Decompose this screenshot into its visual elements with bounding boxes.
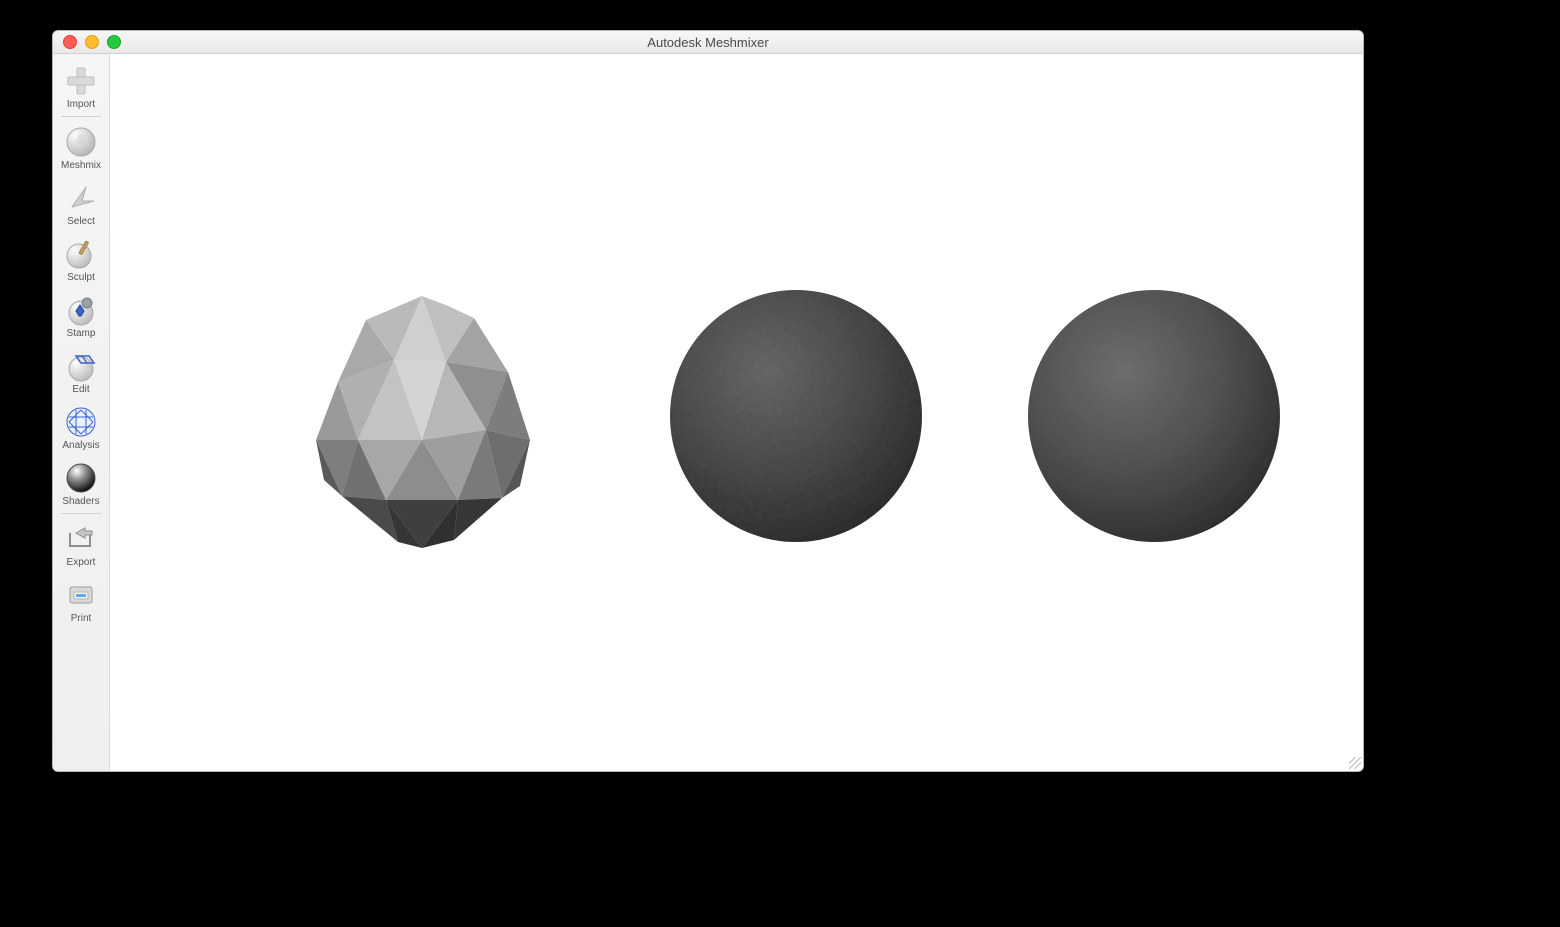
tool-stamp[interactable]: Stamp	[55, 287, 107, 343]
tool-label: Edit	[72, 385, 89, 395]
viewport[interactable]	[110, 54, 1363, 771]
bunny-sphere-icon	[64, 125, 98, 159]
tool-shaders[interactable]: Shaders	[55, 455, 107, 511]
edit-icon	[64, 349, 98, 383]
window-controls	[53, 35, 121, 49]
tool-select[interactable]: Select	[55, 175, 107, 231]
toolbar: Import	[53, 54, 110, 771]
window-title: Autodesk Meshmixer	[53, 35, 1363, 50]
tool-meshmix[interactable]: Meshmix	[55, 119, 107, 175]
shaders-icon	[64, 461, 98, 495]
tool-label: Select	[67, 217, 95, 227]
separator	[61, 513, 101, 514]
tool-label: Import	[67, 100, 95, 110]
tool-label: Meshmix	[61, 161, 101, 171]
app-window: Autodesk Meshmixer Import	[52, 30, 1364, 772]
scene	[110, 54, 1363, 771]
window-body: Import	[53, 54, 1363, 771]
tool-import[interactable]: Import	[55, 58, 107, 114]
stamp-icon	[64, 293, 98, 327]
tool-label: Stamp	[67, 329, 96, 339]
tool-label: Shaders	[62, 497, 99, 507]
tool-print[interactable]: Print	[55, 572, 107, 628]
mesh-object-highpoly[interactable]	[1026, 286, 1282, 546]
tool-label: Export	[67, 558, 96, 568]
tool-export[interactable]: Export	[55, 516, 107, 572]
analysis-icon	[64, 405, 98, 439]
tool-label: Sculpt	[67, 273, 95, 283]
tool-edit[interactable]: Edit	[55, 343, 107, 399]
close-icon[interactable]	[63, 35, 77, 49]
zoom-icon[interactable]	[107, 35, 121, 49]
separator	[61, 116, 101, 117]
printer-icon	[64, 578, 98, 612]
sculpt-icon	[64, 237, 98, 271]
plus-icon	[64, 64, 98, 98]
window-titlebar[interactable]: Autodesk Meshmixer	[53, 31, 1363, 54]
mesh-object-midpoly[interactable]	[668, 286, 924, 546]
cursor-icon	[64, 181, 98, 215]
mesh-object-lowpoly[interactable]	[298, 290, 546, 570]
tool-sculpt[interactable]: Sculpt	[55, 231, 107, 287]
tool-label: Analysis	[62, 441, 99, 451]
desktop: Autodesk Meshmixer Import	[0, 0, 1560, 927]
minimize-icon[interactable]	[85, 35, 99, 49]
tool-label: Print	[71, 614, 92, 624]
tool-analysis[interactable]: Analysis	[55, 399, 107, 455]
export-icon	[64, 522, 98, 556]
